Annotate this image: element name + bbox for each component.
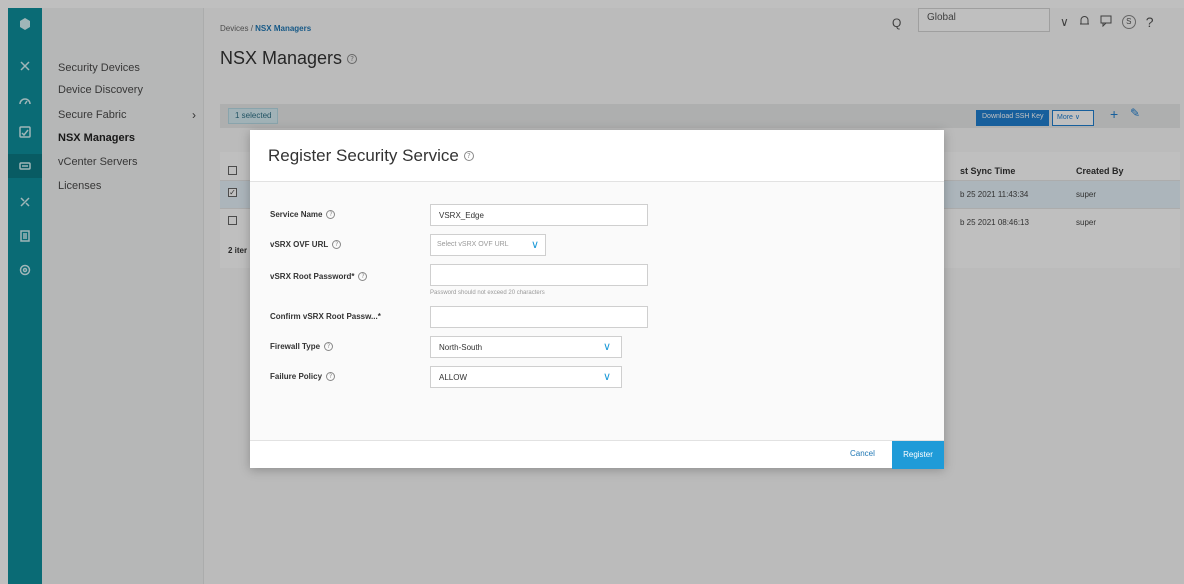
confirm-password-input[interactable] (430, 306, 648, 328)
label-text: Firewall Type (270, 342, 321, 351)
root-password-input[interactable] (430, 264, 648, 286)
help-icon[interactable]: ? (326, 372, 336, 381)
help-icon[interactable]: ? (358, 272, 368, 281)
service-name-input[interactable]: VSRX_Edge (430, 204, 648, 226)
help-icon[interactable]: ? (332, 240, 342, 249)
select-value: ALLOW (439, 373, 468, 382)
ovf-url-label: vSRX OVF URL ? (270, 240, 342, 249)
label-text: Service Name (270, 210, 323, 219)
help-icon[interactable]: ? (326, 210, 336, 219)
failure-policy-select[interactable]: ALLOW ∨ (430, 366, 622, 388)
password-hint: Password should not exceed 20 characters (430, 290, 545, 296)
dialog-title: Register Security Service ? (268, 146, 474, 166)
dialog-footer: Cancel Register (250, 440, 944, 469)
label-text: vSRX OVF URL (270, 240, 329, 249)
input-value: VSRX_Edge (439, 211, 484, 220)
select-value: North-South (439, 343, 483, 352)
chevron-down-icon: ∨ (602, 371, 611, 383)
label-text: Confirm vSRX Root Passw...* (270, 312, 381, 321)
root-password-label: vSRX Root Password* ? (270, 272, 368, 281)
register-button[interactable]: Register (892, 441, 944, 469)
dialog-title-text: Register Security Service (268, 146, 459, 165)
confirm-password-label: Confirm vSRX Root Passw...* (270, 312, 381, 321)
ovf-url-select[interactable]: Select vSRX OVF URL ∨ (430, 234, 546, 256)
label-text: vSRX Root Password* (270, 272, 355, 281)
failure-policy-label: Failure Policy ? (270, 372, 336, 381)
register-security-service-dialog: Register Security Service ? Service Name… (250, 130, 944, 469)
cancel-button[interactable]: Cancel (850, 449, 875, 458)
firewall-type-label: Firewall Type ? (270, 342, 334, 351)
chevron-down-icon: ∨ (530, 239, 539, 251)
select-placeholder: Select vSRX OVF URL (437, 241, 509, 248)
chevron-down-icon: ∨ (602, 341, 611, 353)
dialog-header: Register Security Service ? (250, 130, 944, 182)
dialog-body: Service Name ? VSRX_Edge vSRX OVF URL ? … (250, 182, 944, 440)
firewall-type-select[interactable]: North-South ∨ (430, 336, 622, 358)
label-text: Failure Policy (270, 372, 323, 381)
service-name-label: Service Name ? (270, 210, 336, 219)
help-icon[interactable]: ? (463, 151, 474, 161)
help-icon[interactable]: ? (324, 342, 334, 351)
